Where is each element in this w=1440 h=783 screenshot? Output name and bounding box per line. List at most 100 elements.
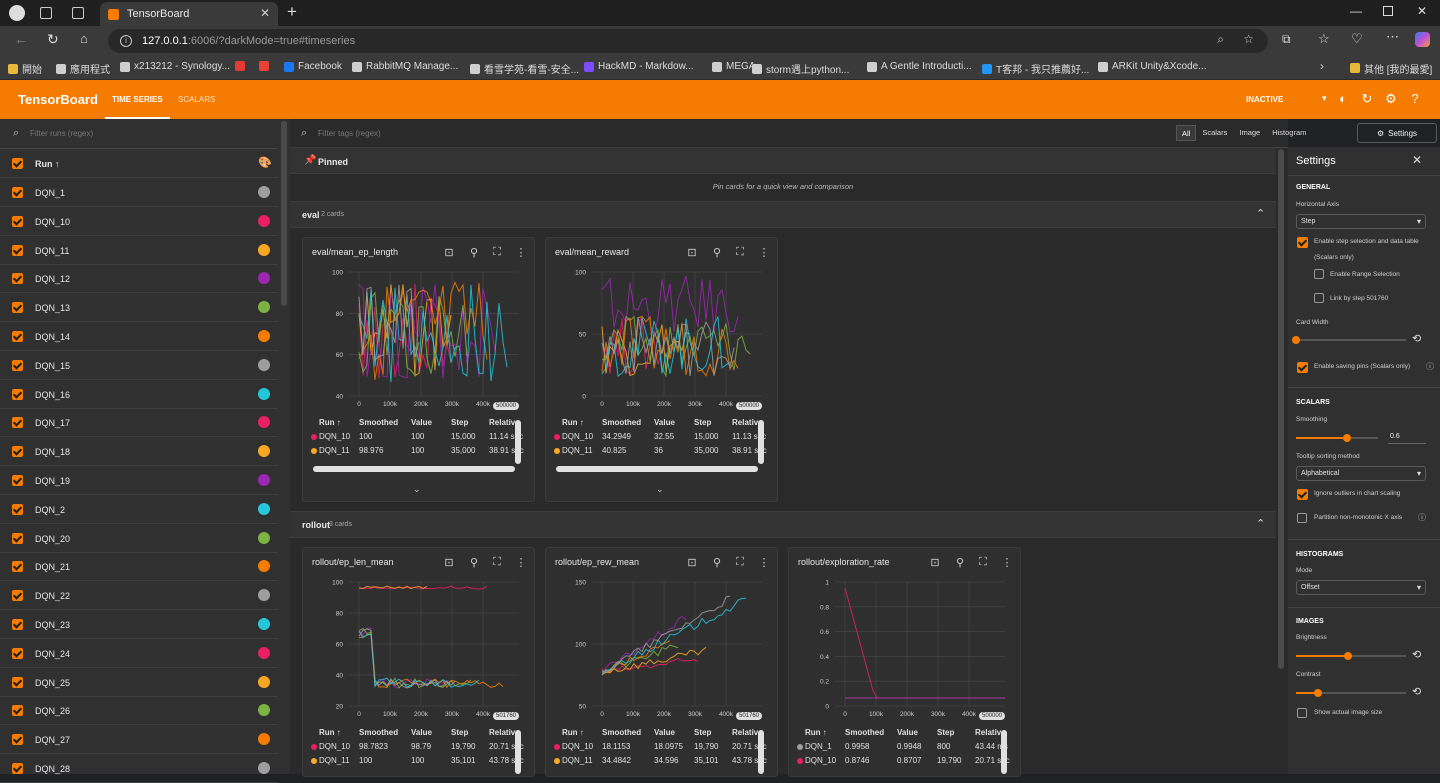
- run-row[interactable]: DQN_17: [0, 408, 278, 438]
- run-checkbox[interactable]: [12, 532, 23, 544]
- refresh-icon[interactable]: ↻: [1360, 92, 1374, 106]
- tab-actions-icon[interactable]: [72, 7, 84, 19]
- run-color-swatch[interactable]: [258, 502, 270, 515]
- more-menu-icon[interactable]: ⋯: [1386, 29, 1399, 45]
- filter-histogram[interactable]: Histogram: [1266, 125, 1312, 141]
- run-checkbox[interactable]: [12, 244, 23, 256]
- table-header[interactable]: Step: [694, 728, 711, 737]
- fullscreen-icon[interactable]: ⛶: [491, 556, 503, 569]
- line-chart[interactable]: 1 0.8 0.6 0.4 0.2 0 0 100k 200k 300k 400k: [797, 574, 1013, 722]
- tab-scalars[interactable]: SCALARS: [178, 95, 215, 104]
- bookmark-item[interactable]: HackMD - Markdow...: [584, 61, 694, 72]
- table-hscrollbar[interactable]: [556, 466, 758, 472]
- run-color-swatch[interactable]: [258, 675, 270, 688]
- smoothing-slider[interactable]: [1296, 434, 1378, 442]
- table-header[interactable]: Value: [411, 728, 432, 737]
- main-scrollbar[interactable]: [1278, 149, 1284, 669]
- bookmark-item[interactable]: 看雪学苑-看雪-安全...: [470, 61, 579, 76]
- run-row[interactable]: DQN_15: [0, 351, 278, 380]
- bookmark-star-icon[interactable]: ☆: [1243, 32, 1254, 46]
- partition-checkbox[interactable]: [1297, 513, 1307, 523]
- card-menu-icon[interactable]: ⋮: [1001, 556, 1013, 569]
- ignore-outliers-checkbox[interactable]: [1297, 489, 1308, 500]
- step-chip[interactable]: 500000: [493, 402, 520, 410]
- run-row[interactable]: DQN_28: [0, 754, 278, 783]
- run-row[interactable]: DQN_27: [0, 725, 278, 755]
- run-checkbox[interactable]: [12, 734, 23, 746]
- bookmarks-overflow-icon[interactable]: ›: [1320, 59, 1324, 73]
- card-width-reset-icon[interactable]: ⟲: [1412, 332, 1421, 345]
- bookmark-item[interactable]: A Gentle Introducti...: [867, 61, 972, 72]
- tags-filter-input[interactable]: Filter tags (regex): [318, 129, 381, 138]
- table-header[interactable]: Step: [451, 728, 468, 737]
- table-hscrollbar[interactable]: [313, 466, 515, 472]
- table-header[interactable]: Run ↑: [319, 418, 341, 427]
- table-header[interactable]: Run ↑: [319, 728, 341, 737]
- table-vscrollbar[interactable]: [758, 420, 764, 464]
- close-tab-icon[interactable]: ✕: [260, 6, 270, 20]
- step-selection-checkbox[interactable]: [1297, 237, 1308, 248]
- minimize-icon[interactable]: —: [1350, 4, 1362, 18]
- table-header[interactable]: Smoothed: [602, 418, 641, 427]
- table-vscrollbar[interactable]: [515, 420, 521, 464]
- dropdown-caret-icon[interactable]: ▾: [1322, 93, 1327, 104]
- eval-section-header[interactable]: eval 2 cards ⌃: [290, 201, 1276, 228]
- new-tab-icon[interactable]: +: [287, 2, 297, 22]
- histogram-mode-select[interactable]: Offset: [1296, 580, 1426, 595]
- line-chart[interactable]: 150 100 50 0 100k 200k 300k 400k: [554, 574, 770, 722]
- profile-icon[interactable]: [9, 5, 25, 21]
- filter-scalars[interactable]: Scalars: [1196, 125, 1233, 141]
- runs-filter-input[interactable]: Filter runs (regex): [30, 129, 93, 138]
- filter-all[interactable]: All: [1176, 125, 1197, 141]
- run-color-swatch[interactable]: [258, 762, 270, 774]
- step-chip[interactable]: 500000: [736, 402, 763, 410]
- run-checkbox[interactable]: [12, 215, 23, 227]
- run-checkbox[interactable]: [12, 359, 23, 371]
- bookmark-item[interactable]: [259, 61, 273, 71]
- run-color-swatch[interactable]: [258, 733, 270, 746]
- bookmark-item[interactable]: x213212 - Synology...: [120, 61, 230, 72]
- run-row[interactable]: DQN_13: [0, 293, 278, 323]
- fullscreen-icon[interactable]: ⛶: [734, 246, 746, 259]
- run-checkbox[interactable]: [12, 619, 23, 630]
- run-row[interactable]: DQN_14: [0, 322, 278, 351]
- run-row[interactable]: DQN_16: [0, 380, 278, 409]
- run-checkbox[interactable]: [12, 475, 23, 486]
- run-color-swatch[interactable]: [258, 272, 270, 285]
- extensions-icon[interactable]: ⧉: [1282, 32, 1291, 47]
- run-color-swatch[interactable]: [258, 704, 270, 717]
- expand-chevron-icon[interactable]: ⌄: [656, 484, 664, 495]
- theme-toggle-icon[interactable]: ◐: [1336, 92, 1350, 106]
- table-header[interactable]: Run ↑: [562, 418, 584, 427]
- brightness-reset-icon[interactable]: ⟲: [1412, 648, 1421, 661]
- browser-tab-tensorboard[interactable]: TensorBoard ✕: [100, 2, 278, 26]
- data-table-icon[interactable]: ⊡: [443, 556, 455, 569]
- run-color-swatch[interactable]: [258, 243, 270, 256]
- card-width-slider[interactable]: [1292, 336, 1406, 344]
- fullscreen-icon[interactable]: ⛶: [977, 556, 989, 569]
- bookmark-item[interactable]: 開始: [8, 61, 42, 76]
- tab-time-series[interactable]: TIME SERIES: [112, 95, 163, 104]
- link-by-step-checkbox[interactable]: [1314, 293, 1324, 303]
- bookmark-item[interactable]: [235, 61, 249, 71]
- table-header[interactable]: Smoothed: [359, 728, 398, 737]
- run-checkbox[interactable]: [12, 763, 23, 774]
- run-checkbox[interactable]: [12, 388, 23, 400]
- data-table-icon[interactable]: ⊡: [686, 246, 698, 259]
- run-row[interactable]: DQN_1: [0, 178, 278, 207]
- collections-icon[interactable]: ♡: [1351, 31, 1363, 47]
- table-vscrollbar[interactable]: [515, 730, 521, 774]
- run-row[interactable]: DQN_20: [0, 524, 278, 553]
- run-color-swatch[interactable]: [258, 214, 270, 227]
- run-color-swatch[interactable]: [258, 445, 270, 458]
- pin-card-icon[interactable]: ⚲: [711, 556, 723, 569]
- bookmark-item[interactable]: 應用程式: [56, 61, 110, 76]
- url-field[interactable]: i 127.0.0.1 :6006/?darkMode=true#timeser…: [108, 29, 1268, 53]
- run-row[interactable]: DQN_18: [0, 437, 278, 467]
- pin-card-icon[interactable]: ⚲: [468, 556, 480, 569]
- bookmark-item[interactable]: MEGA: [712, 61, 755, 72]
- step-chip[interactable]: 501760: [493, 712, 520, 720]
- brand-title[interactable]: TensorBoard: [18, 92, 98, 107]
- bookmark-item[interactable]: Facebook: [284, 61, 342, 72]
- pin-card-icon[interactable]: ⚲: [468, 246, 480, 259]
